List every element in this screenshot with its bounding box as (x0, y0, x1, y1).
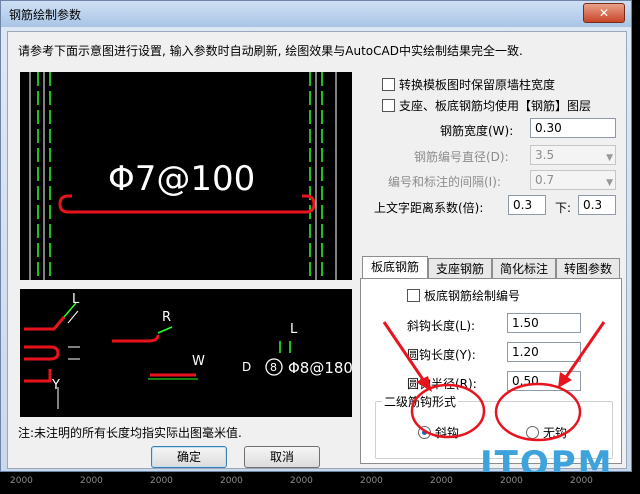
draw-number-option[interactable]: 板底钢筋绘制编号 (407, 287, 520, 304)
title-bar[interactable]: 钢筋绘制参数 ✕ (1, 1, 631, 27)
radio-no-hook[interactable]: 无钩 (526, 424, 567, 441)
number-circle: 8 (270, 361, 277, 374)
rebar-hook-left (58, 194, 72, 214)
checkbox[interactable] (382, 99, 395, 112)
checkbox[interactable] (407, 289, 420, 302)
chevron-down-icon: ▼ (606, 178, 613, 188)
option-keep-wall-width[interactable]: 转换模板图时保留原墙柱宽度 (382, 76, 555, 93)
rebar-num-diameter-select[interactable]: 3.5 ▼ (530, 145, 616, 165)
rebar-label: Φ7@100 (108, 159, 255, 199)
hook-length-label: 斜钩长度(L): (407, 319, 476, 333)
text-distance-down-label: 下: (555, 201, 572, 215)
rebar-num-diameter-label: 钢筋编号直径(D): (414, 150, 509, 164)
window-title: 钢筋绘制参数 (9, 8, 82, 22)
text-distance-up-field[interactable]: 0.3 (508, 195, 546, 215)
tab-bottom-rebar[interactable]: 板底钢筋 (362, 256, 428, 280)
bar-label: Φ8@180 (288, 359, 352, 377)
preview-top: Φ7@100 (20, 72, 352, 280)
text-distance-down-field[interactable]: 0.3 (578, 195, 616, 215)
tab-convert-params[interactable]: 转图参数 (556, 258, 620, 280)
option-use-rebar-layer[interactable]: 支座、板底钢筋均使用【钢筋】图层 (382, 97, 591, 114)
chevron-down-icon: ▼ (606, 153, 613, 163)
ok-button[interactable]: 确定 (151, 446, 227, 468)
preview-bottom: L Y R W L D 8 Φ8@180 (20, 289, 352, 417)
hook-radius-label: 圆钩半径(R): (407, 377, 477, 391)
rebar-width-field[interactable]: 0.30 (530, 118, 616, 138)
preview-bottom-drawing: L Y R W L D 8 Φ8@180 (24, 292, 352, 409)
hook-style-title: 二级筋钩形式 (382, 393, 459, 410)
label-D: D (242, 360, 251, 374)
label-R: R (162, 310, 171, 325)
rebar-width-label: 钢筋宽度(W): (440, 124, 514, 138)
tab-panel: 板底钢筋绘制编号 斜钩长度(L): 1.50 圆钩长度(Y): 1.20 圆钩半… (360, 278, 622, 464)
radio-slant-hook[interactable]: 斜钩 (418, 424, 459, 441)
intro-text: 请参考下面示意图进行设置, 输入参数时自动刷新, 绘图效果与AutoCAD中实绘… (18, 44, 523, 58)
tab-support-rebar[interactable]: 支座钢筋 (428, 258, 492, 280)
num-label-gap-select[interactable]: 0.7 ▼ (530, 170, 616, 190)
close-button[interactable]: ✕ (583, 3, 625, 23)
note-text: 注:未注明的所有长度均指实际出图毫米值. (18, 426, 242, 440)
checkbox[interactable] (382, 78, 395, 91)
preview-top-drawing: Φ7@100 (29, 72, 337, 280)
rebar-hook-right (302, 194, 316, 214)
round-hook-length-field[interactable]: 1.20 (507, 342, 581, 362)
dialog-window: 钢筋绘制参数 ✕ 请参考下面示意图进行设置, 输入参数时自动刷新, 绘图效果与A… (0, 0, 632, 472)
label-W: W (192, 354, 205, 369)
hook-length-field[interactable]: 1.50 (507, 313, 581, 333)
cad-ruler: 2000 2000 2000 2000 2000 2000 2000 2000 … (0, 472, 640, 494)
round-hook-length-label: 圆钩长度(Y): (407, 348, 476, 362)
label-L2: L (290, 322, 298, 337)
num-label-gap-label: 编号和标注的间隔(I): (388, 175, 501, 189)
cancel-button[interactable]: 取消 (244, 446, 320, 468)
label-L: L (72, 292, 80, 307)
dialog-client: 请参考下面示意图进行设置, 输入参数时自动刷新, 绘图效果与AutoCAD中实绘… (7, 31, 627, 469)
radio-button[interactable] (526, 426, 539, 439)
text-distance-label: 上文字距离系数(倍): (374, 201, 484, 215)
label-Y: Y (51, 378, 60, 393)
hook-radius-field[interactable]: 0.50 (507, 371, 581, 391)
radio-button-selected[interactable] (418, 426, 431, 439)
tab-simple-label[interactable]: 简化标注 (492, 258, 556, 280)
